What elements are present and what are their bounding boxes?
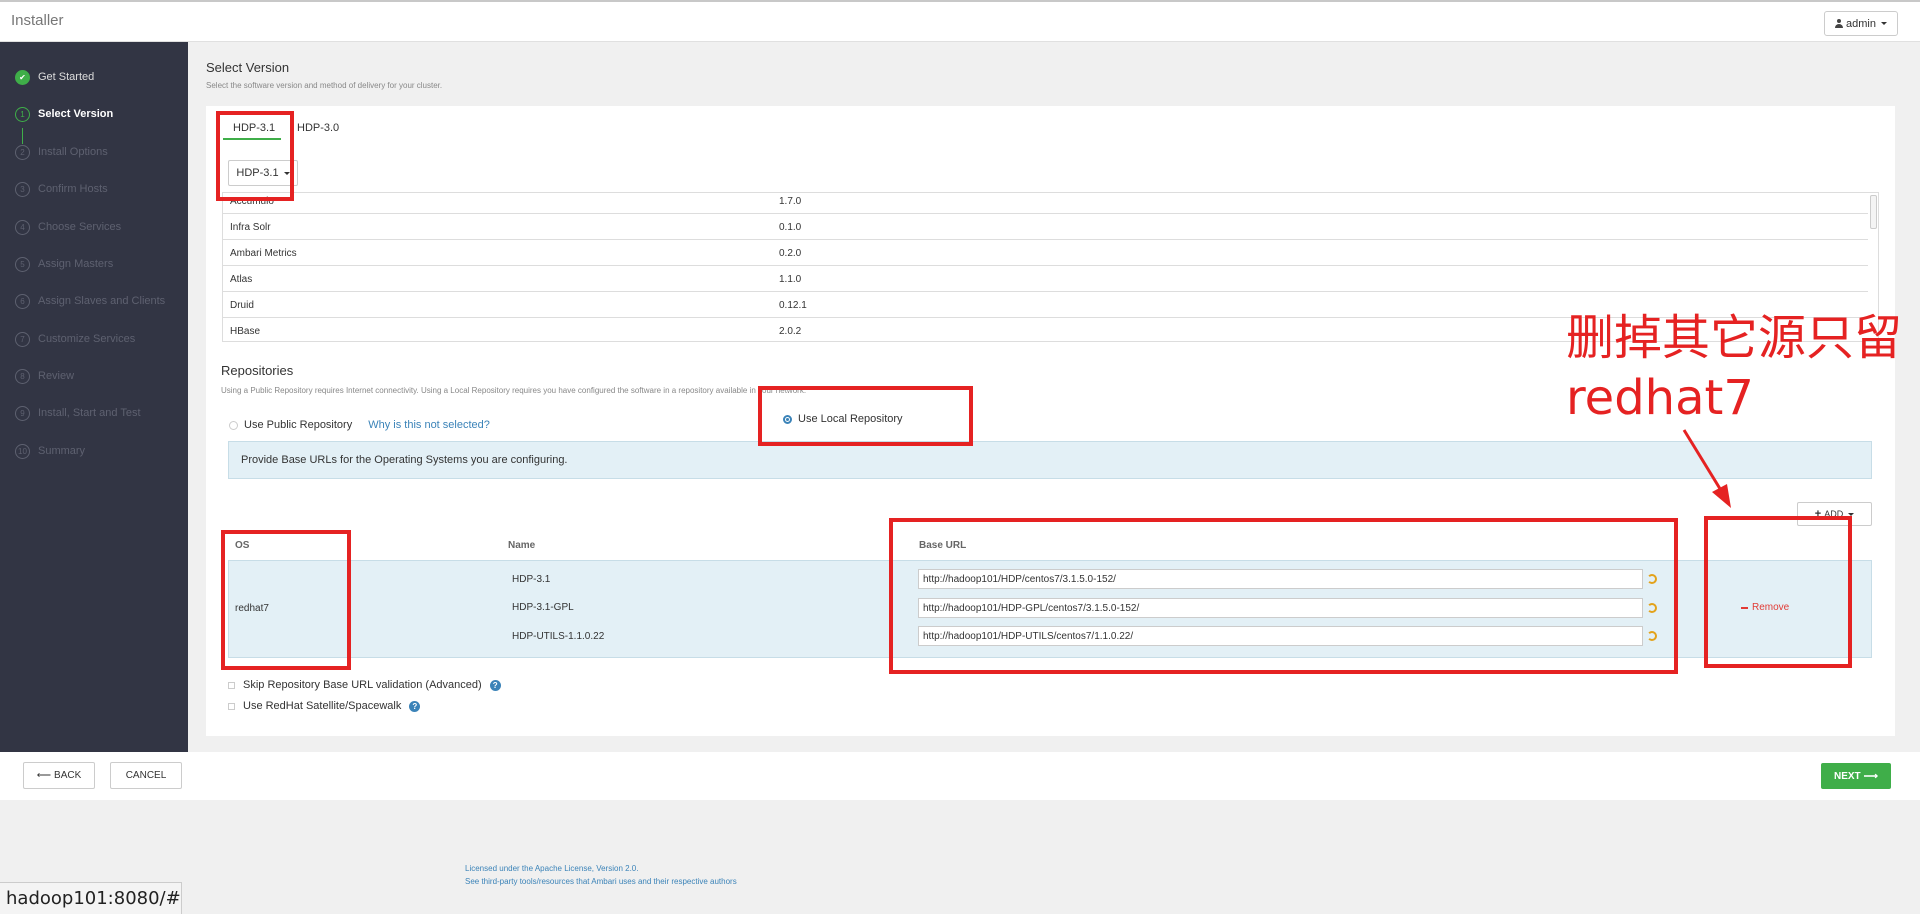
annotation-arrow bbox=[1682, 429, 1731, 508]
